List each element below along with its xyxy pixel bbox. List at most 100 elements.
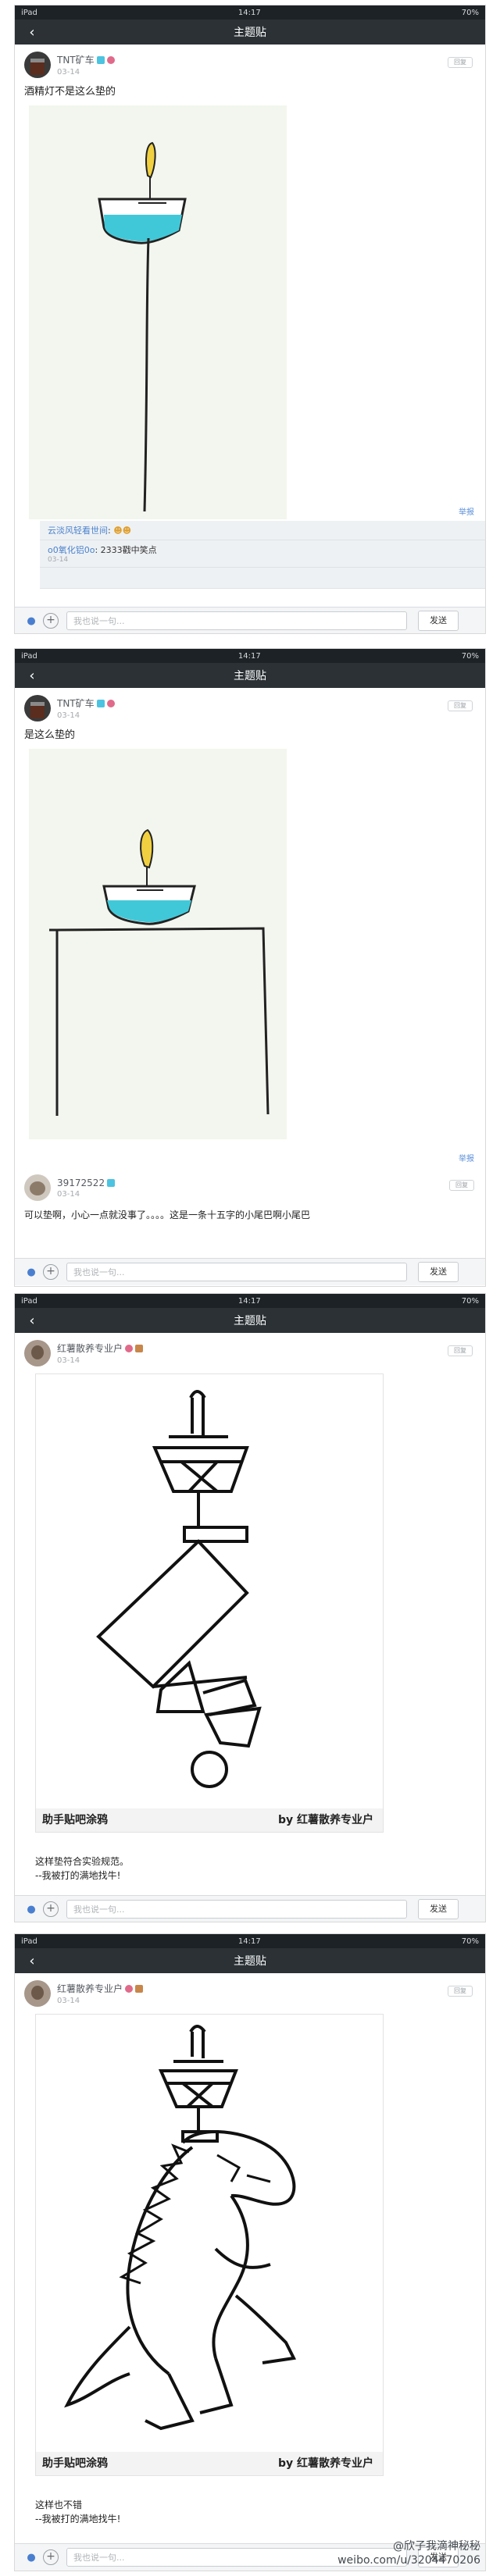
level-badge-icon (106, 55, 115, 64)
post-time: 03-14 (57, 711, 80, 720)
post-text: 是这么垫的 (24, 729, 76, 741)
status-bar: iPad 14:17 70% (15, 649, 485, 663)
reply-button[interactable]: 回复 (449, 1180, 474, 1191)
watermark-handle: @欣子我滴神秘秘 (393, 2540, 480, 2553)
plus-icon[interactable]: + (43, 2549, 59, 2565)
input-bar: ● + 我也说一句... 发送 (15, 1258, 485, 1285)
plus-icon[interactable]: + (43, 1901, 59, 1917)
status-bar: iPad 14:17 70% (15, 5, 485, 20)
comment-user[interactable]: 云淡风轻看世间 (48, 526, 108, 536)
battery-label: 70% (461, 1296, 479, 1306)
page: iPad 14:17 70% ‹ 主题贴 TNT矿车 03-14 回复 酒精灯不… (0, 0, 500, 2576)
screenshot-4: iPad 14:17 70% ‹ 主题贴 红薯散养专业户 03-14 回复 助手… (14, 1933, 486, 2571)
vip-badge-icon (96, 699, 105, 707)
reply-input[interactable]: 我也说一句... (66, 1900, 407, 1919)
post-text: 这样也不错 (35, 2499, 83, 2510)
reply-button[interactable]: 回复 (448, 1986, 473, 1997)
post-image[interactable]: 助手贴吧涂鸦 by 红薯散养专业户 (35, 2014, 384, 2476)
device-label: iPad (21, 1296, 38, 1306)
status-bar: iPad 14:17 70% (15, 1934, 485, 1948)
battery-label: 70% (461, 651, 479, 661)
avatar[interactable] (24, 1174, 51, 1201)
avatar[interactable] (24, 52, 51, 78)
member-badge-icon (135, 1984, 144, 1993)
nav-bar: ‹ 主题贴 (15, 1948, 485, 1973)
post: 39172522 03-14 回复 可以垫啊，小心一点就没事了。。。。这是一条十… (15, 1167, 485, 1228)
level-badge-icon (106, 699, 115, 707)
reply-button[interactable]: 回复 (448, 57, 473, 68)
post-header: TNT矿车 03-14 (24, 51, 477, 79)
post-time: 03-14 (57, 1997, 80, 2005)
username[interactable]: TNT矿车 (57, 53, 95, 66)
post-image[interactable]: 助手贴吧涂鸦 by 红薯散养专业户 (35, 1374, 384, 1833)
drawing-alcohol-lamp-on-stick (98, 141, 187, 512)
page-title: 主题贴 (234, 27, 266, 39)
post-header: 39172522 03-14 (24, 1174, 479, 1202)
device-label: iPad (21, 8, 38, 17)
back-arrow-icon[interactable]: ‹ (23, 1951, 41, 1970)
comment-user[interactable]: o0氧化铝0o (48, 545, 95, 555)
post: TNT矿车 03-14 回复 酒精灯不是这么垫的 (15, 45, 485, 519)
reply-button[interactable]: 回复 (448, 1345, 473, 1356)
post-image[interactable] (29, 749, 287, 1139)
drawing-alcohol-lamp-on-table (49, 828, 270, 1116)
weibo-watermark: @欣子我滴神秘秘 weibo.com/u/3204470206 (338, 2539, 480, 2567)
status-bar: iPad 14:17 70% (15, 1294, 485, 1308)
clock: 14:17 (238, 651, 261, 661)
microphone-icon[interactable]: ● (26, 1902, 37, 1916)
post-signature: --我被打的满地找牛! (35, 1870, 121, 1881)
username[interactable]: 红薯散养专业户 (57, 1982, 123, 1995)
comment-list: 云淡风轻看世间: ☻☻ o0氧化铝0o: 2333戳中笑点 03-14 (40, 521, 485, 589)
reply-button[interactable]: 回复 (448, 700, 473, 711)
member-badge-icon (135, 1344, 144, 1352)
emoji-icon: ☻☻ (113, 526, 132, 536)
post-time: 03-14 (57, 68, 80, 77)
comment-more[interactable] (40, 568, 485, 589)
send-button[interactable]: 发送 (418, 611, 459, 631)
post-header: 红薯散养专业户 03-14 (24, 1979, 477, 2008)
avatar[interactable] (24, 695, 51, 721)
microphone-icon[interactable]: ● (26, 1265, 37, 1279)
battery-label: 70% (461, 1936, 479, 1946)
avatar[interactable] (24, 1980, 51, 2007)
screenshot-2: iPad 14:17 70% ‹ 主题贴 TNT矿车 03-14 回复 是这么垫… (14, 648, 486, 1287)
plus-icon[interactable]: + (43, 613, 59, 629)
microphone-icon[interactable]: ● (26, 614, 37, 628)
plus-icon[interactable]: + (43, 1264, 59, 1280)
post-image[interactable] (29, 105, 287, 519)
username[interactable]: 红薯散养专业户 (57, 1341, 123, 1355)
microphone-icon[interactable]: ● (26, 2550, 37, 2564)
doodle-footer-right: by 红薯散养专业户 (277, 2457, 373, 2470)
nav-bar: ‹ 主题贴 (15, 20, 485, 45)
post-text: 酒精灯不是这么垫的 (24, 86, 116, 98)
post: TNT矿车 03-14 回复 是这么垫的 (15, 688, 485, 1139)
drawing-lamp-on-monster (64, 2025, 297, 2431)
comment-time: 03-14 (48, 556, 69, 564)
back-arrow-icon[interactable]: ‹ (23, 666, 41, 685)
doodle-footer-left: 助手贴吧涂鸦 (42, 2457, 108, 2470)
vip-badge-icon (107, 1178, 116, 1187)
username[interactable]: 39172522 (57, 1178, 105, 1188)
username[interactable]: TNT矿车 (57, 697, 95, 710)
avatar[interactable] (24, 1340, 51, 1366)
clock: 14:17 (238, 1936, 261, 1946)
report-link[interactable]: 举报 (459, 505, 474, 517)
battery-label: 70% (461, 8, 479, 17)
post-header: 红薯散养专业户 03-14 (24, 1339, 477, 1367)
reply-input[interactable]: 我也说一句... (66, 1263, 407, 1281)
comment-item: o0氧化铝0o: 2333戳中笑点 03-14 (40, 540, 485, 568)
reply-input[interactable]: 我也说一句... (66, 611, 407, 630)
device-label: iPad (21, 1936, 38, 1946)
drawing-lamp-on-stacked-blocks (96, 1390, 262, 1788)
send-button[interactable]: 发送 (418, 1899, 459, 1919)
send-button[interactable]: 发送 (418, 1262, 459, 1282)
report-link[interactable]: 举报 (459, 1152, 474, 1163)
watermark-url: weibo.com/u/3204470206 (338, 2554, 480, 2567)
back-arrow-icon[interactable]: ‹ (23, 1311, 41, 1330)
comment-item: 云淡风轻看世间: ☻☻ (40, 521, 485, 540)
back-arrow-icon[interactable]: ‹ (23, 23, 41, 41)
screenshot-1: iPad 14:17 70% ‹ 主题贴 TNT矿车 03-14 回复 酒精灯不… (14, 5, 486, 634)
post: 红薯散养专业户 03-14 回复 助手贴吧涂鸦 by 红薯散养专业户 (15, 1333, 485, 1833)
nav-bar: ‹ 主题贴 (15, 1308, 485, 1333)
post-time: 03-14 (57, 1189, 80, 1199)
